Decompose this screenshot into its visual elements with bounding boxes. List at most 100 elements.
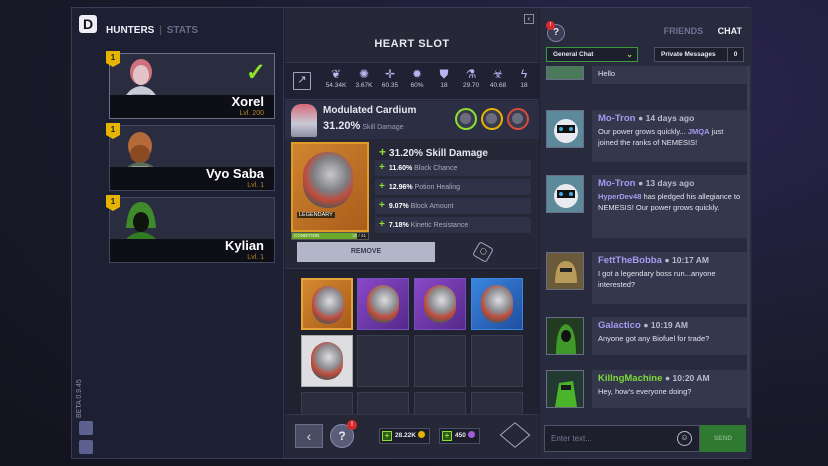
- hunter-card-xorel[interactable]: Xorel Lvl. 200 ✓ 1: [106, 51, 275, 119]
- bonus-row: +11.60% Block Chance: [375, 160, 531, 176]
- plus-icon: +: [379, 162, 385, 173]
- robot-avatar-icon: [547, 176, 583, 212]
- stat-value: 54.34K: [325, 82, 347, 89]
- message-author: Mo-Tron ● 14 days ago: [598, 113, 744, 124]
- export-icon[interactable]: ↗: [293, 72, 311, 90]
- hunter-name: Kylian: [224, 238, 264, 253]
- help-button[interactable]: ?!: [330, 420, 357, 448]
- inventory-slot-empty[interactable]: [414, 392, 466, 416]
- author-name[interactable]: KillngMachine: [598, 373, 662, 384]
- armor-avatar-icon: [547, 371, 583, 407]
- stat-item: ϟ 18: [511, 67, 537, 89]
- bonus-row: +7.18% Kinetic Resistance: [375, 217, 531, 233]
- message-author: Mo-Tron ● 13 days ago: [598, 178, 744, 189]
- gem-socket-green[interactable]: [455, 108, 477, 130]
- robot-avatar-icon: [547, 111, 583, 147]
- plus-icon: +: [379, 145, 387, 159]
- message-bubble: Galactico ● 10:19 AM Anyone got any Biof…: [592, 317, 750, 355]
- stat-value: 29.70: [462, 82, 480, 89]
- module-thumbnail: [312, 286, 344, 324]
- add-currency-icon[interactable]: +: [442, 431, 452, 441]
- currency-premium[interactable]: +450: [439, 428, 480, 444]
- discord-icon[interactable]: [79, 440, 93, 454]
- stat-value: 60.35: [381, 82, 399, 89]
- equipped-module-header: Modulated Cardium 31.20% Skill Damage: [285, 101, 539, 139]
- user-avatar: [546, 66, 584, 80]
- plus-icon: +: [379, 181, 385, 192]
- send-button[interactable]: SEND: [700, 425, 746, 452]
- plus-icon: +: [379, 219, 385, 230]
- tab-hunters[interactable]: HUNTERS: [106, 25, 154, 36]
- cube-icon[interactable]: [499, 422, 531, 448]
- module-pct: 31.20: [323, 120, 351, 132]
- tab-stats[interactable]: STATS: [167, 25, 198, 36]
- chevron-down-icon: ⌄: [626, 50, 633, 59]
- hunter-card-vyo-saba[interactable]: Vyo Saba Lvl. 1 1: [106, 123, 275, 191]
- bonus-label: Potion Healing: [414, 184, 461, 191]
- menu-icon[interactable]: [79, 421, 93, 435]
- back-button[interactable]: ‹: [295, 424, 323, 448]
- mentioned-user[interactable]: JMQA: [688, 127, 710, 136]
- help-button[interactable]: ?!: [546, 21, 565, 42]
- inventory-slot-empty[interactable]: [414, 335, 466, 387]
- currency-value: 450: [455, 432, 466, 439]
- stat-item: ✹ 60%: [404, 67, 430, 89]
- add-currency-icon[interactable]: +: [382, 431, 392, 441]
- stat-item: ⛊ 18: [431, 67, 457, 89]
- message-bubble: KillngMachine ● 10:20 AM Hey, how's ever…: [592, 370, 750, 408]
- bonus-label: Block Amount: [410, 203, 454, 210]
- message-author: FettTheBobba ● 10:17 AM: [598, 255, 744, 266]
- stat-value: 18: [520, 82, 528, 89]
- inventory-slot-empty[interactable]: [357, 335, 409, 387]
- author-name[interactable]: Galactico: [598, 320, 641, 331]
- slot-panel: ‹ HEART SLOT ↗ ❦ 54.34K ✺ 3.67K ✛ 60.35 ✹ 60…: [285, 8, 539, 458]
- inventory-slot[interactable]: [471, 278, 523, 330]
- tab-chat[interactable]: CHAT: [718, 26, 742, 36]
- inventory-slot-empty[interactable]: [471, 335, 523, 387]
- user-avatar: [546, 175, 584, 213]
- chat-messages: Hello Mo-Tron ● 14 days ago Our power gr…: [540, 66, 752, 418]
- chat-scrollbar[interactable]: [747, 66, 750, 418]
- inventory-slot-empty[interactable]: [357, 392, 409, 416]
- module-primary-stat: 31.20% Skill Damage: [323, 120, 404, 132]
- rarity-tag: LEGENDARY: [297, 212, 335, 218]
- main-bonus: +31.20% Skill Damage: [379, 145, 488, 159]
- private-messages-label: Private Messages: [661, 51, 716, 58]
- shield-icon: ⛊: [439, 67, 449, 81]
- hunter-level: Lvl. 1: [247, 254, 264, 261]
- message-time: ● 10:17 AM: [664, 255, 710, 265]
- author-name[interactable]: Mo-Tron: [598, 178, 635, 189]
- tab-friends[interactable]: FRIENDS: [664, 26, 704, 36]
- inventory-slot[interactable]: [301, 278, 353, 330]
- flask-icon: ⚗: [465, 67, 477, 81]
- inventory-slot-empty[interactable]: [301, 392, 353, 416]
- module-core-art: [303, 152, 353, 208]
- module-image: LEGENDARY: [291, 142, 369, 232]
- author-name[interactable]: Mo-Tron: [598, 113, 635, 124]
- selected-check-icon: ✓: [245, 59, 266, 86]
- remove-button[interactable]: REMOVE: [297, 242, 435, 262]
- hunter-card-kylian[interactable]: Kylian Lvl. 1 1: [106, 195, 275, 263]
- message-author: KillngMachine ● 10:20 AM: [598, 373, 744, 384]
- author-name[interactable]: FettTheBobba: [598, 255, 662, 266]
- module-name: Modulated Cardium: [323, 105, 417, 116]
- helmet-avatar-icon: [547, 253, 583, 289]
- inventory-slot[interactable]: [357, 278, 409, 330]
- salvage-icon[interactable]: ⬡: [472, 241, 494, 263]
- currency-gold[interactable]: +28.22K: [379, 428, 430, 444]
- channel-select[interactable]: General Chat ⌄: [546, 47, 638, 62]
- inventory-slot-empty[interactable]: [471, 392, 523, 416]
- message-bubble: FettTheBobba ● 10:17 AM I got a legendar…: [592, 252, 750, 304]
- chat-input[interactable]: Enter text... ☺: [544, 425, 700, 452]
- mentioned-user[interactable]: HyperDev48: [598, 192, 641, 201]
- hunter-level: Lvl. 1: [247, 182, 264, 189]
- inventory-slot[interactable]: [414, 278, 466, 330]
- stat-value: 18: [440, 82, 448, 89]
- emoji-icon[interactable]: ☺: [677, 431, 692, 446]
- collapse-button[interactable]: ‹: [524, 14, 534, 24]
- inventory-slot[interactable]: [301, 335, 353, 387]
- private-messages-button[interactable]: Private Messages 0: [654, 47, 744, 62]
- stat-item: ✺ 3.67K: [351, 67, 377, 89]
- gem-socket-red[interactable]: [507, 108, 529, 130]
- gem-socket-yellow[interactable]: [481, 108, 503, 130]
